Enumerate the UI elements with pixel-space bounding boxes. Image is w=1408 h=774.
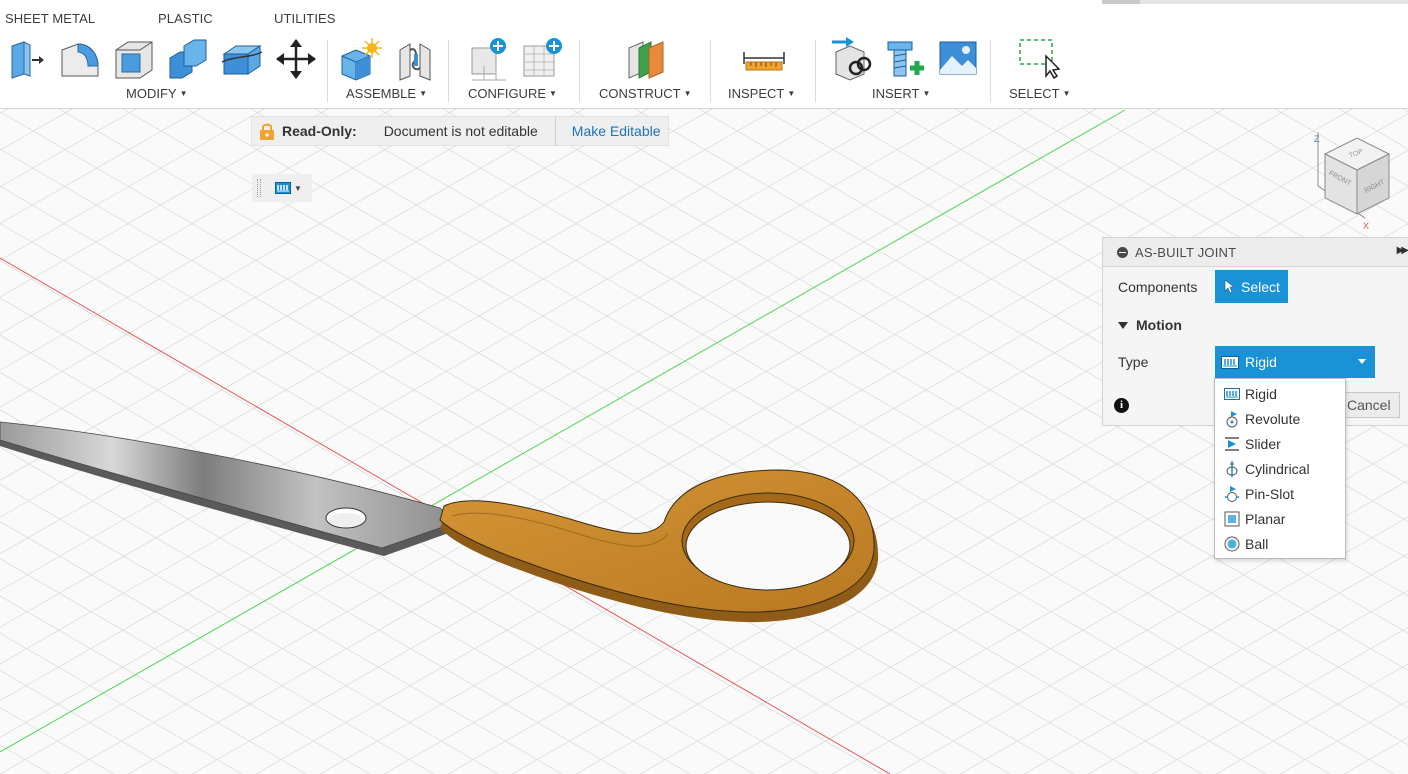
cancel-button[interactable]: Cancel: [1338, 392, 1400, 418]
collapse-triangle-icon: [1118, 321, 1128, 329]
tab-utilities[interactable]: UTILITIES: [274, 11, 336, 26]
insert-derive-icon: [832, 37, 872, 81]
new-component-icon: [341, 38, 382, 81]
read-only-message: Document is not editable: [383, 123, 538, 139]
pin-slot-icon: [1223, 485, 1241, 503]
insert-canvas-button[interactable]: [936, 36, 980, 82]
inspect-menu[interactable]: INSPECT ▼: [728, 86, 795, 101]
joint-type-select[interactable]: Rigid: [1215, 346, 1375, 378]
configure-rules-icon: [523, 38, 562, 77]
planar-icon: [1223, 510, 1241, 528]
cylindrical-icon: [1223, 460, 1241, 478]
ribbon-toolbar: SHEET METAL PLASTIC UTILITIES MODIFY ▼ A…: [0, 0, 1408, 109]
measure-ruler-icon: [743, 52, 785, 71]
motion-label: Motion: [1136, 317, 1182, 333]
option-revolute[interactable]: Revolute: [1215, 406, 1345, 431]
measure-button[interactable]: [742, 36, 786, 82]
dropdown-caret-icon: [1358, 359, 1366, 364]
selection-filter-bar: ▼: [252, 174, 312, 202]
insert-bolt-icon: [887, 41, 924, 77]
assemble-menu[interactable]: ASSEMBLE ▼: [346, 86, 427, 101]
new-component-button[interactable]: [338, 36, 382, 82]
rigid-joint-icon: [1221, 355, 1239, 369]
make-editable-link[interactable]: Make Editable: [572, 123, 661, 139]
view-cube[interactable]: Z X TOP FRONT RIGHT: [1305, 128, 1405, 234]
read-only-banner: Read-Only: Document is not editable Make…: [251, 116, 669, 146]
move-copy-button[interactable]: [274, 36, 318, 82]
joint-button[interactable]: [394, 36, 438, 82]
rigid-icon: [1223, 385, 1241, 403]
option-cylindrical[interactable]: Cylindrical: [1215, 456, 1345, 481]
move-arrows-icon: [276, 39, 316, 79]
insert-menu[interactable]: INSERT ▼: [872, 86, 930, 101]
tab-plastic[interactable]: PLASTIC: [158, 11, 213, 26]
collapse-icon[interactable]: [1117, 246, 1128, 258]
select-menu[interactable]: SELECT ▼: [1009, 86, 1071, 101]
joint-type-value: Rigid: [1245, 354, 1277, 370]
components-select-button[interactable]: Select: [1215, 270, 1288, 303]
replace-face-button[interactable]: [220, 36, 264, 82]
select-button-label: Select: [1241, 278, 1280, 295]
insert-mcmaster-button[interactable]: [882, 36, 926, 82]
combine-button[interactable]: [166, 36, 210, 82]
configure-menu[interactable]: CONFIGURE ▼: [468, 86, 557, 101]
info-icon[interactable]: i: [1114, 398, 1129, 413]
image-icon: [939, 41, 977, 75]
x-axis-label: X: [1363, 221, 1369, 231]
press-pull-button[interactable]: [4, 36, 48, 82]
option-slider[interactable]: Slider: [1215, 431, 1345, 456]
components-label: Components: [1118, 279, 1198, 295]
construct-menu[interactable]: CONSTRUCT ▼: [599, 86, 692, 101]
joint-type-dropdown-list: Rigid Revolute Slider Cylindrical Pin-Sl…: [1214, 378, 1346, 559]
tab-sheet-metal[interactable]: SHEET METAL: [5, 11, 95, 26]
option-planar[interactable]: Planar: [1215, 506, 1345, 531]
option-ball[interactable]: Ball: [1215, 531, 1345, 556]
configure-button[interactable]: [466, 36, 510, 82]
modify-menu[interactable]: MODIFY ▼: [126, 86, 187, 101]
slider-icon: [1223, 435, 1241, 453]
fillet-button[interactable]: [58, 36, 102, 82]
type-label: Type: [1118, 354, 1149, 370]
replace-face-icon: [221, 45, 263, 75]
cursor-arrow-icon: [1224, 279, 1235, 294]
window-select-button[interactable]: [1016, 36, 1060, 82]
option-rigid[interactable]: Rigid: [1215, 381, 1345, 406]
offset-plane-icon: [628, 41, 664, 79]
combine-icon: [169, 39, 207, 79]
z-axis-label: Z: [1314, 134, 1320, 144]
joint-icon: [399, 43, 431, 81]
ball-icon: [1223, 535, 1241, 553]
option-pin-slot[interactable]: Pin-Slot: [1215, 481, 1345, 506]
panel-header[interactable]: AS-BUILT JOINT ▶▶: [1103, 238, 1408, 267]
insert-derive-button[interactable]: [828, 36, 872, 82]
toolbar-scrollbar[interactable]: [1102, 0, 1408, 4]
shell-icon: [115, 41, 153, 79]
joint-type-quick-button[interactable]: ▼: [275, 182, 302, 194]
offset-plane-button[interactable]: [625, 36, 669, 82]
motion-section-toggle[interactable]: Motion: [1118, 317, 1182, 333]
read-only-label: Read-Only:: [282, 123, 357, 139]
window-select-icon: [1019, 39, 1060, 80]
configure-rules-button[interactable]: [520, 36, 564, 82]
revolute-icon: [1223, 410, 1241, 428]
fillet-icon: [61, 43, 99, 77]
shell-button[interactable]: [112, 36, 156, 82]
drag-handle[interactable]: [257, 179, 261, 197]
panel-title: AS-BUILT JOINT: [1135, 244, 1237, 260]
lock-icon: [254, 116, 280, 146]
press-pull-icon: [11, 41, 44, 79]
expand-panel-icon[interactable]: ▶▶: [1397, 245, 1408, 256]
rigid-joint-icon: [275, 182, 291, 194]
configure-table-icon: [471, 38, 506, 81]
